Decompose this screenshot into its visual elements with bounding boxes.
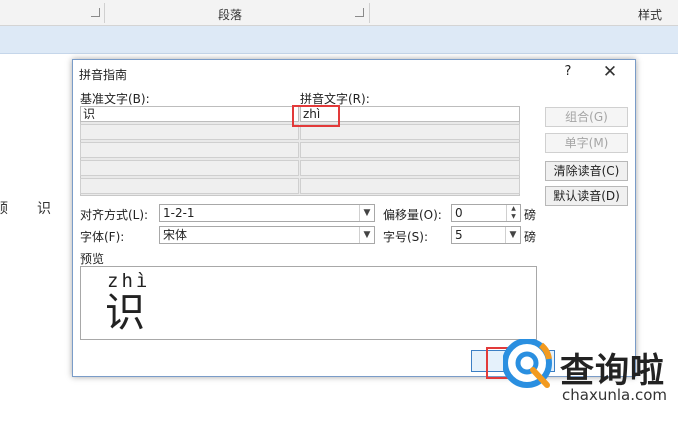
clear-reading-button[interactable]: 清除读音(C) [545,161,628,181]
spinner-arrows-icon[interactable]: ▲ ▼ [506,205,520,221]
chevron-down-icon: ▼ [359,227,374,243]
preview-base-char: 识 [105,290,145,336]
dialog-title: 拼音指南 [79,68,128,82]
highlight-box [292,105,340,127]
size-select[interactable]: 5 ▼ [451,226,521,244]
base-text-field[interactable] [80,160,299,176]
ribbon-group-bar: 段落 样式 [0,0,678,26]
offset-value: 0 [455,206,463,220]
base-text-field[interactable] [80,142,299,158]
watermark-name: 查询啦 [560,351,665,391]
paragraph-group-label: 段落 [218,8,243,22]
group-button[interactable]: 组合(G) [545,107,628,127]
ribbon-separator [104,3,105,23]
size-label: 字号(S): [383,230,429,244]
size-unit: 磅 [524,230,537,244]
font-dialog-launcher[interactable] [91,8,100,17]
preview-box: zhì 识 [80,266,537,340]
alignment-label: 对齐方式(L): [80,208,149,222]
base-text-field[interactable]: 识 [80,106,299,122]
document-char: 顺 [0,201,8,217]
offset-spinner[interactable]: 0 ▲ ▼ [451,204,521,222]
help-button[interactable]: ? [560,64,576,79]
base-text-label: 基准文字(B): [80,92,150,106]
offset-unit: 磅 [524,208,537,222]
chevron-down-icon: ▼ [505,227,520,243]
offset-label: 偏移量(O): [383,208,442,222]
ruby-text-field[interactable] [300,178,520,194]
mono-button[interactable]: 单字(M) [545,133,628,153]
ruby-text-field[interactable] [300,160,520,176]
dialog-titlebar[interactable]: 拼音指南 ? ✕ [73,60,635,86]
base-text-field[interactable] [80,124,299,140]
font-value: 宋体 [163,228,188,242]
base-text-field[interactable] [80,178,299,194]
ribbon-separator [369,3,370,23]
styles-group-label: 样式 [638,8,663,22]
font-label: 字体(F): [80,230,125,244]
phonetic-guide-dialog: 拼音指南 ? ✕ 基准文字(B): 拼音文字(R): 识 zhì 组合(G) 单… [72,59,636,379]
alignment-select[interactable]: 1-2-1 ▼ [159,204,375,222]
close-button[interactable]: ✕ [600,62,620,82]
ruler-bar [0,26,678,54]
chevron-down-icon: ▼ [359,205,374,221]
chaxunla-logo-icon [503,339,552,388]
document-char: 识 [37,201,51,217]
default-reading-button[interactable]: 默认读音(D) [545,186,628,206]
paragraph-dialog-launcher[interactable] [355,8,364,17]
ruby-text-field[interactable] [300,142,520,158]
size-value: 5 [455,228,463,242]
font-select[interactable]: 宋体 ▼ [159,226,375,244]
alignment-value: 1-2-1 [163,206,195,220]
preview-label: 预览 [80,252,105,266]
watermark-url: chaxunla.com [562,386,667,404]
